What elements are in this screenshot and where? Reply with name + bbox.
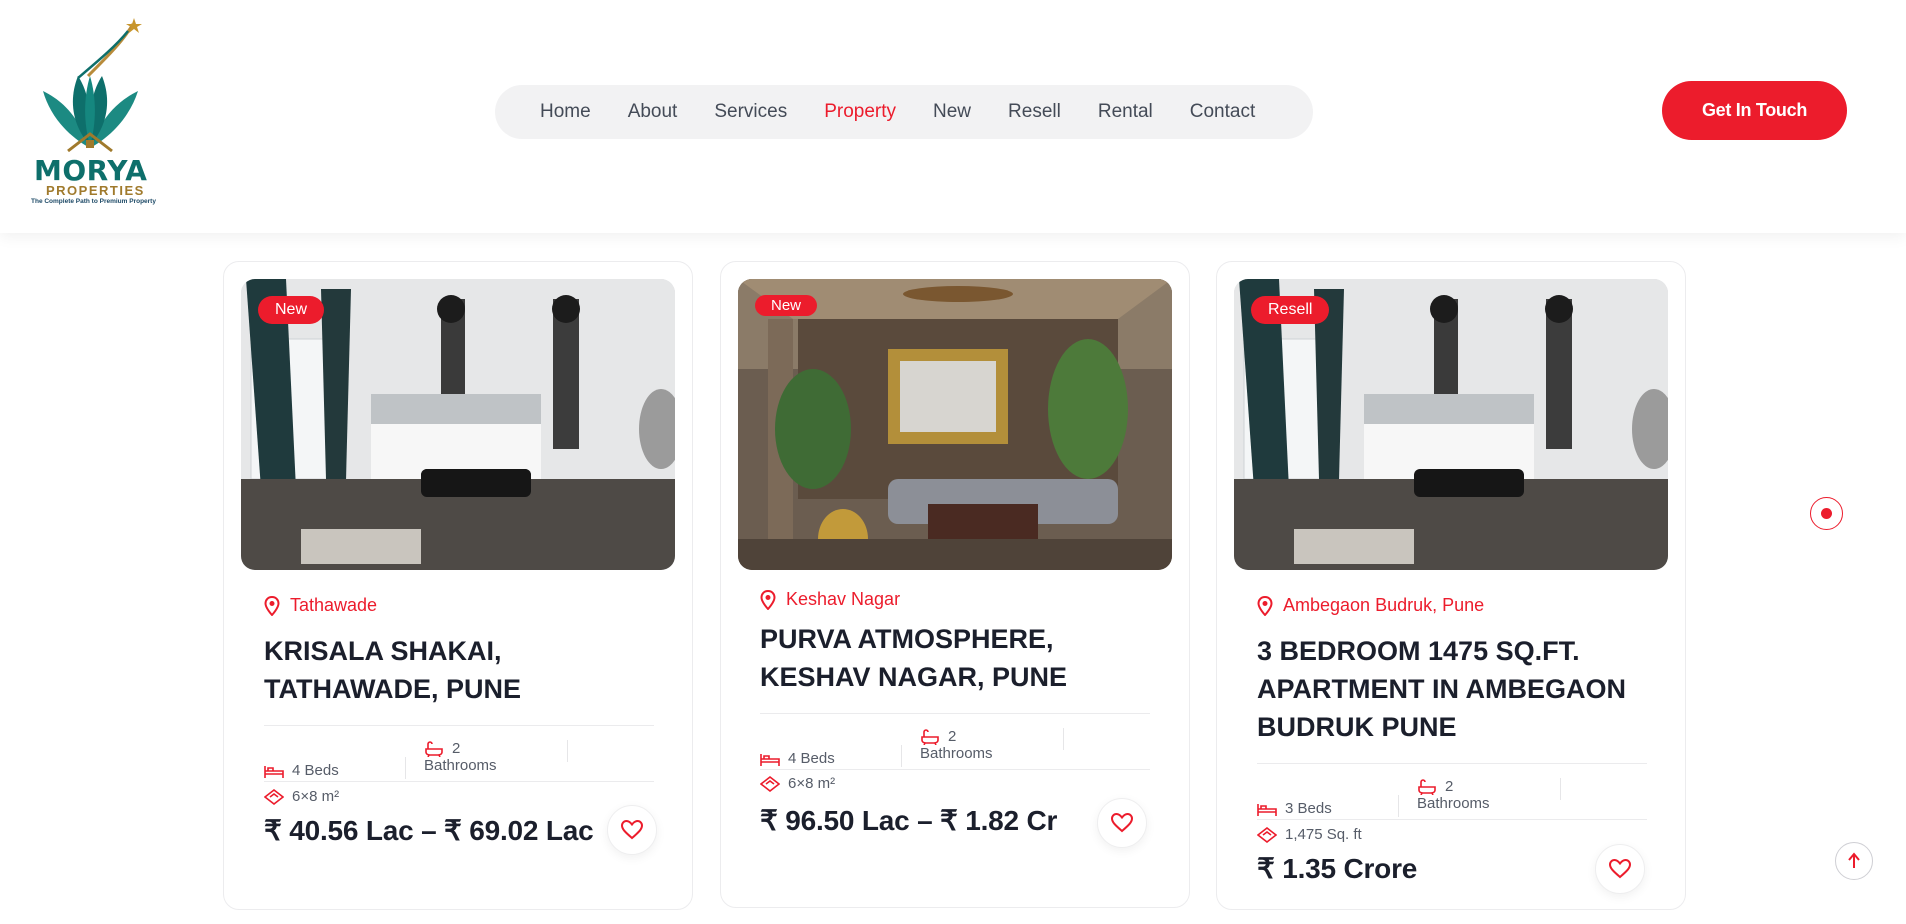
status-badge: New xyxy=(755,295,818,316)
get-in-touch-button[interactable]: Get In Touch xyxy=(1662,81,1847,140)
area-icon xyxy=(1257,827,1277,843)
divider xyxy=(901,745,902,767)
property-card[interactable]: New Keshav Nagar PURVA ATMOSPHERE, KESHA… xyxy=(720,261,1190,908)
area-feature: 1,475 Sq. ft xyxy=(1257,826,1362,843)
favorite-button[interactable] xyxy=(1097,798,1147,848)
area-label: 1,475 Sq. ft xyxy=(1285,826,1362,843)
divider xyxy=(1257,819,1647,820)
location: Ambegaon Budruk, Pune xyxy=(1257,595,1484,616)
main-nav: Home About Services Property New Resell … xyxy=(495,85,1313,139)
baths-count: 2 xyxy=(452,740,461,757)
divider xyxy=(1063,728,1064,750)
living-room-photo-icon xyxy=(738,279,1172,570)
area-label: 6×8 m² xyxy=(788,775,836,792)
carousel-dot-button[interactable] xyxy=(1810,497,1843,530)
price: ₹ 1.35 Crore xyxy=(1257,853,1418,884)
nav-about[interactable]: About xyxy=(628,101,678,123)
nav-resell[interactable]: Resell xyxy=(1008,101,1061,123)
divider xyxy=(1398,795,1399,817)
site-header: MORYA PROPERTIES The Complete Path to Pr… xyxy=(0,0,1906,233)
heart-icon xyxy=(1609,859,1631,879)
price: ₹ 40.56 Lac – ₹ 69.02 Lac xyxy=(264,815,594,846)
heart-icon xyxy=(621,820,643,840)
beds-label: 4 Beds xyxy=(788,750,835,767)
area-icon xyxy=(264,789,284,805)
bathtub-icon xyxy=(921,728,939,745)
bed-icon xyxy=(760,754,780,766)
baths-count: 2 xyxy=(948,728,957,745)
status-badge: New xyxy=(258,296,325,324)
area-feature: 6×8 m² xyxy=(760,775,835,792)
property-card[interactable]: Resell Ambegaon Budruk, Pune 3 BEDROOM 1… xyxy=(1216,261,1686,910)
beds-feature: 4 Beds xyxy=(760,750,835,767)
location-label: Keshav Nagar xyxy=(786,589,901,609)
property-image[interactable]: New xyxy=(241,279,675,570)
property-title[interactable]: 3 BEDROOM 1475 SQ.FT. APARTMENT IN AMBEG… xyxy=(1257,632,1667,746)
area-label: 6×8 m² xyxy=(292,788,340,805)
nav-services[interactable]: Services xyxy=(714,101,787,123)
property-title[interactable]: PURVA ATMOSPHERE, KESHAV NAGAR, PUNE xyxy=(760,620,1160,696)
divider xyxy=(1257,763,1647,764)
baths-label: Bathrooms xyxy=(1417,795,1490,812)
scroll-to-top-button[interactable] xyxy=(1835,842,1873,880)
price: ₹ 96.50 Lac – ₹ 1.82 Cr xyxy=(760,805,1058,836)
logo-sub: PROPERTIES xyxy=(46,183,145,198)
location: Keshav Nagar xyxy=(760,589,900,610)
baths-feature: 2 Bathrooms xyxy=(424,740,497,774)
property-image[interactable]: New xyxy=(738,279,1172,570)
beds-label: 3 Beds xyxy=(1285,800,1332,817)
status-badge: Resell xyxy=(1251,296,1330,324)
divider xyxy=(405,757,406,779)
property-title[interactable]: KRISALA SHAKAI, TATHAWADE, PUNE xyxy=(264,632,664,708)
nav-new[interactable]: New xyxy=(933,101,971,123)
beds-label: 4 Beds xyxy=(292,762,339,779)
arrow-up-icon xyxy=(1848,852,1860,868)
divider xyxy=(760,769,1150,770)
divider xyxy=(264,781,654,782)
divider xyxy=(567,740,568,762)
divider xyxy=(264,725,654,726)
property-image[interactable]: Resell xyxy=(1234,279,1668,570)
beds-feature: 4 Beds xyxy=(264,762,339,779)
bed-icon xyxy=(1257,804,1277,816)
bathtub-icon xyxy=(1418,778,1436,795)
bed-icon xyxy=(264,766,284,778)
favorite-button[interactable] xyxy=(607,805,657,855)
bathtub-icon xyxy=(425,740,443,757)
heart-icon xyxy=(1111,813,1133,833)
property-card[interactable]: New Tathawade KRISALA SHAKAI, TATHAWADE,… xyxy=(223,261,693,910)
beds-feature: 3 Beds xyxy=(1257,800,1332,817)
nav-property[interactable]: Property xyxy=(824,101,896,123)
logo-tagline: The Complete Path to Premium Property xyxy=(31,198,156,205)
baths-feature: 2 Bathrooms xyxy=(1417,778,1490,812)
location-label: Ambegaon Budruk, Pune xyxy=(1283,595,1485,615)
nav-rental[interactable]: Rental xyxy=(1098,101,1153,123)
divider xyxy=(760,713,1150,714)
location-label: Tathawade xyxy=(290,595,378,615)
map-pin-icon xyxy=(264,595,280,616)
baths-label: Bathrooms xyxy=(424,757,497,774)
map-pin-icon xyxy=(760,589,776,610)
baths-count: 2 xyxy=(1445,778,1454,795)
nav-home[interactable]: Home xyxy=(540,101,591,123)
area-icon xyxy=(760,776,780,792)
lotus-logo-icon xyxy=(43,18,142,153)
site-logo[interactable]: MORYA PROPERTIES The Complete Path to Pr… xyxy=(28,16,163,208)
map-pin-icon xyxy=(1257,595,1273,616)
nav-contact[interactable]: Contact xyxy=(1190,101,1255,123)
baths-label: Bathrooms xyxy=(920,745,993,762)
baths-feature: 2 Bathrooms xyxy=(920,728,993,762)
dot-icon xyxy=(1821,508,1832,519)
location: Tathawade xyxy=(264,595,377,616)
area-feature: 6×8 m² xyxy=(264,788,339,805)
divider xyxy=(1560,778,1561,800)
favorite-button[interactable] xyxy=(1595,844,1645,894)
